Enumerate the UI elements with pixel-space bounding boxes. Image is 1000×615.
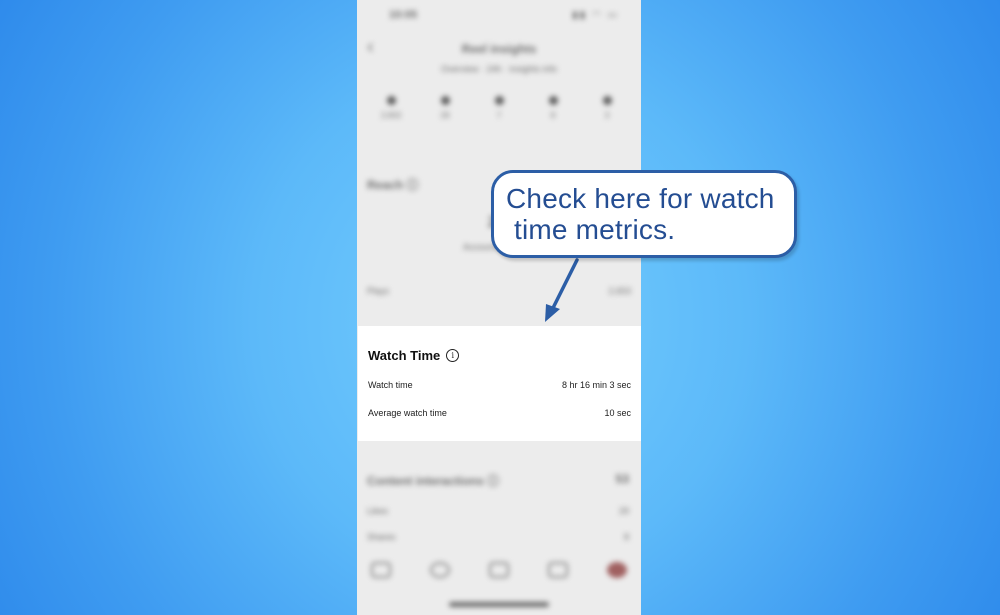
callout-line-1: Check here for watch	[506, 183, 775, 214]
callout-line-2: time metrics.	[506, 214, 676, 245]
callout-bubble: Check here for watch time metrics.	[491, 170, 797, 258]
callout-arrow-icon	[545, 258, 579, 322]
